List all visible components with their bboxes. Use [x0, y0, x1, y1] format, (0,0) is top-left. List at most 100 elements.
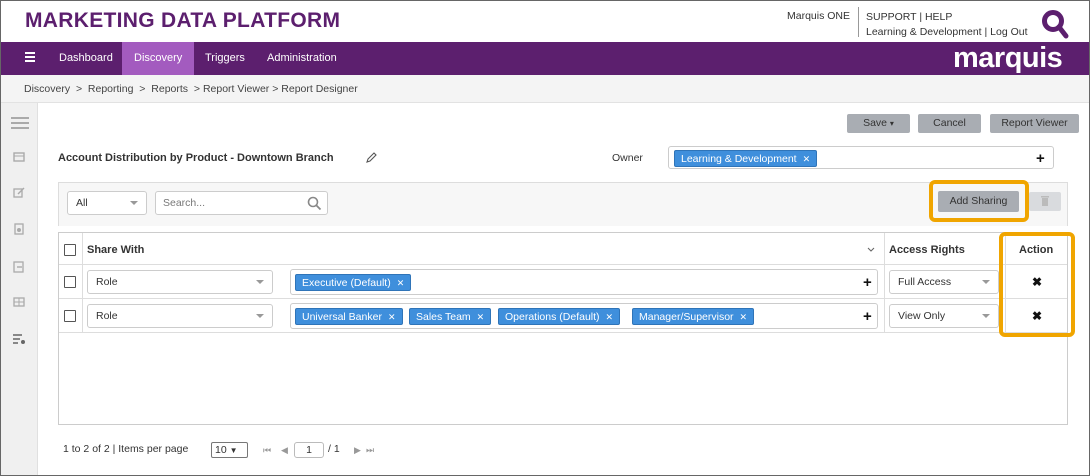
role-tag-field[interactable]: Universal Banker ✕ Sales Team ✕ Operations… [290, 303, 878, 329]
share-type-value: Role [96, 310, 118, 322]
breadcrumb-bar: Discovery > Reporting > Reports > Report… [1, 75, 1089, 103]
share-type-select[interactable]: Role [87, 270, 273, 294]
sharing-table: Share With Access Rights Action Role Exe… [58, 232, 1068, 425]
search-icon[interactable] [1041, 9, 1069, 39]
filter-select[interactable]: All [67, 191, 147, 215]
access-rights-select[interactable]: Full Access [889, 270, 999, 294]
nav-item-triggers[interactable]: Triggers [193, 42, 257, 75]
save-label: Save [863, 117, 887, 129]
add-role-icon[interactable]: + [863, 275, 872, 290]
support-link[interactable]: SUPPORT [866, 11, 916, 23]
search-icon[interactable] [307, 196, 322, 211]
report-viewer-button[interactable]: Report Viewer [990, 114, 1079, 133]
access-rights-value: Full Access [898, 276, 952, 288]
breadcrumb-report-viewer[interactable]: Report Viewer [203, 83, 269, 95]
breadcrumb-sep: > [75, 83, 83, 95]
user-name[interactable]: Marquis ONE [787, 10, 850, 22]
share-type-value: Role [96, 276, 118, 288]
breadcrumb-discovery[interactable]: Discovery [24, 83, 70, 95]
role-tag[interactable]: Sales Team ✕ [409, 308, 492, 325]
remove-tag-icon[interactable]: ✕ [606, 312, 614, 322]
trash-icon [1041, 196, 1049, 206]
access-rights-value: View Only [898, 310, 946, 322]
nav-item-dashboard[interactable]: Dashboard [47, 42, 125, 75]
pencil-icon[interactable] [366, 152, 377, 163]
select-all-checkbox[interactable] [64, 244, 76, 256]
logout-link[interactable]: Log Out [990, 26, 1027, 38]
breadcrumb-sep: > [272, 83, 279, 95]
add-role-icon[interactable]: + [863, 309, 872, 324]
role-tag[interactable]: Universal Banker ✕ [295, 308, 403, 325]
header-links: SUPPORT | HELP Learning & Development | … [866, 10, 1028, 40]
chevron-down-icon: ▼ [229, 446, 238, 455]
access-rights-select[interactable]: View Only [889, 304, 999, 328]
grid-icon[interactable] [12, 296, 26, 308]
role-tag-field[interactable]: Executive (Default) ✕ + [290, 269, 878, 295]
table-icon[interactable] [12, 151, 26, 163]
report-title: Account Distribution by Product - Downto… [58, 152, 334, 164]
report-settings-icon[interactable] [12, 223, 26, 235]
role-tag[interactable]: Operations (Default) ✕ [498, 308, 621, 325]
cancel-button[interactable]: Cancel [918, 114, 981, 133]
dropdown-caret-icon: ▾ [889, 119, 894, 128]
nav-item-administration[interactable]: Administration [255, 42, 349, 75]
collapse-menu-icon[interactable] [11, 117, 29, 129]
role-tag[interactable]: Executive (Default) ✕ [295, 274, 412, 291]
table-row: Role Executive (Default) ✕ + Full Access … [59, 265, 1067, 299]
breadcrumb-reports[interactable]: Reports [151, 83, 188, 95]
sharing-list-icon[interactable] [12, 333, 26, 345]
remove-tag-icon[interactable]: ✕ [477, 312, 485, 322]
hamburger-menu-icon[interactable] [25, 52, 35, 64]
top-header: MARKETING DATA PLATFORM Marquis ONE SUPP… [1, 1, 1089, 42]
export-icon[interactable] [12, 261, 26, 273]
chevron-down-icon [256, 314, 264, 318]
header-divider [858, 7, 859, 37]
nav-item-discovery[interactable]: Discovery [122, 42, 195, 75]
share-type-select[interactable]: Role [87, 304, 273, 328]
add-sharing-button[interactable]: Add Sharing [938, 191, 1019, 212]
first-page-icon[interactable]: ⏮ [263, 445, 271, 456]
owner-tag-label: Learning & Development [681, 153, 797, 165]
remove-tag-icon[interactable]: ✕ [803, 154, 811, 164]
owner-field[interactable]: Learning & Development ✕ + [668, 146, 1054, 169]
chevron-down-icon[interactable] [867, 246, 875, 254]
breadcrumb-reporting[interactable]: Reporting [88, 83, 134, 95]
page-total: / 1 [328, 443, 340, 455]
left-rail [1, 103, 38, 475]
help-link[interactable]: HELP [925, 11, 952, 23]
next-page-icon[interactable]: ▶ [354, 445, 361, 456]
table-row: Role Universal Banker ✕ Sales Team ✕ Opera… [59, 299, 1067, 333]
role-tag-label: Operations (Default) [505, 311, 600, 323]
prev-page-icon[interactable]: ◀ [281, 445, 288, 456]
role-tag-label: Executive (Default) [302, 277, 391, 289]
role-tag-label: Universal Banker [302, 311, 382, 323]
filter-select-value: All [76, 197, 88, 209]
row-checkbox[interactable] [64, 310, 76, 322]
delete-button[interactable] [1029, 192, 1061, 211]
items-per-page-select[interactable]: 10 ▼ [211, 442, 248, 458]
row-checkbox[interactable] [64, 276, 76, 288]
search-field[interactable] [155, 191, 328, 215]
search-input[interactable] [163, 195, 303, 211]
remove-tag-icon[interactable]: ✕ [397, 278, 405, 288]
add-owner-icon[interactable]: + [1036, 151, 1045, 166]
access-rights-header[interactable]: Access Rights [889, 244, 965, 256]
pager-summary: 1 to 2 of 2 | Items per page [63, 443, 189, 455]
app-window: MARKETING DATA PLATFORM Marquis ONE SUPP… [0, 0, 1090, 476]
chevron-down-icon [256, 280, 264, 284]
breadcrumb-sep: > [139, 83, 146, 95]
last-page-icon[interactable]: ⏭ [366, 445, 374, 456]
edit-icon[interactable] [12, 187, 26, 199]
chevron-down-icon [982, 314, 990, 318]
chevron-down-icon [982, 280, 990, 284]
table-header-row: Share With Access Rights Action [59, 233, 1067, 265]
page-number-input[interactable]: 1 [294, 442, 324, 458]
org-link[interactable]: Learning & Development [866, 26, 982, 38]
owner-tag[interactable]: Learning & Development ✕ [674, 150, 818, 167]
remove-tag-icon[interactable]: ✕ [740, 312, 748, 322]
remove-tag-icon[interactable]: ✕ [388, 312, 396, 322]
role-tag[interactable]: Manager/Supervisor ✕ [632, 308, 755, 325]
chevron-down-icon [130, 201, 138, 205]
save-button[interactable]: Save ▾ [847, 114, 910, 133]
share-with-header[interactable]: Share With [87, 244, 144, 256]
